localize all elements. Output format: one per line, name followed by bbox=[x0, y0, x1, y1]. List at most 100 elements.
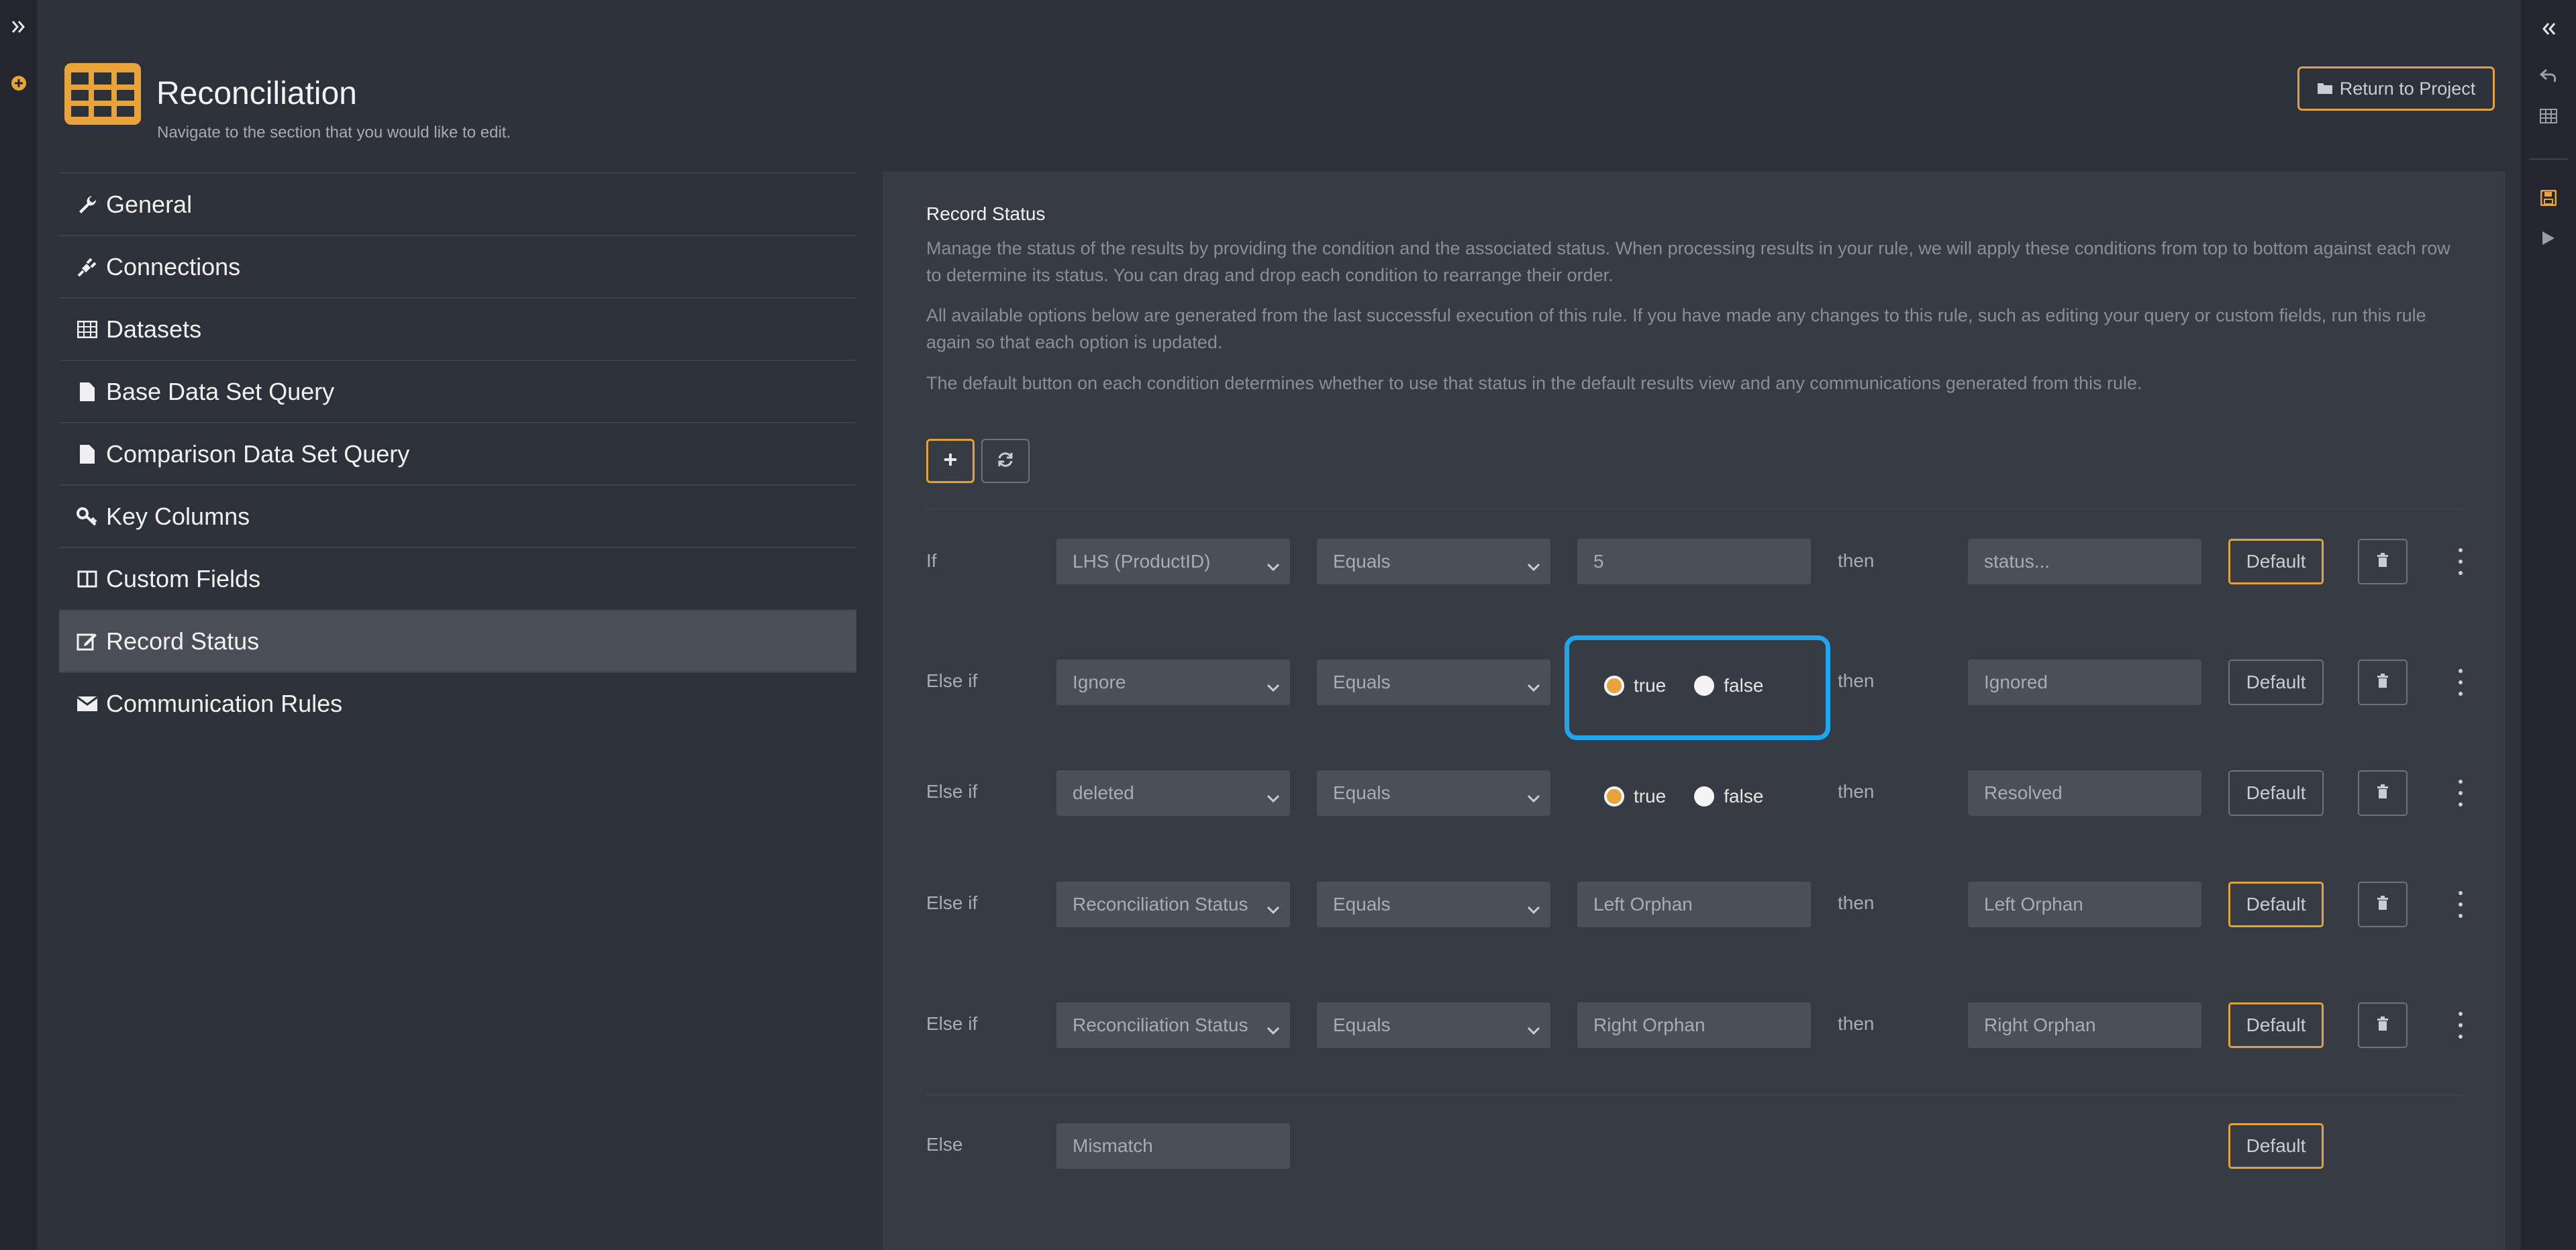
status-input[interactable]: Left Orphan bbox=[1968, 882, 2201, 927]
trash-icon bbox=[2377, 673, 2389, 692]
boolean-radio-group: true false bbox=[1604, 786, 1791, 807]
return-to-project-button[interactable]: Return to Project bbox=[2297, 66, 2495, 111]
nav-item-base-data-set-query[interactable]: Base Data Set Query bbox=[59, 360, 856, 422]
field-select[interactable]: LHS (ProductID) bbox=[1056, 539, 1290, 584]
radio-true[interactable]: true bbox=[1604, 786, 1666, 807]
operator-select-value: Equals bbox=[1333, 782, 1391, 803]
nav-item-custom-fields[interactable]: Custom Fields bbox=[59, 547, 856, 609]
field-select[interactable]: deleted bbox=[1056, 770, 1290, 816]
return-to-project-label: Return to Project bbox=[2339, 78, 2476, 99]
delete-condition-button[interactable] bbox=[2358, 660, 2408, 705]
condition-label: Else if bbox=[926, 892, 978, 913]
operator-select-value: Equals bbox=[1333, 1014, 1391, 1035]
drag-handle-icon[interactable] bbox=[2455, 891, 2466, 918]
default-toggle-button[interactable]: Default bbox=[2228, 882, 2324, 927]
default-toggle-button[interactable]: Default bbox=[2228, 539, 2324, 584]
operator-select[interactable]: Equals bbox=[1317, 539, 1550, 584]
operator-select-value: Equals bbox=[1333, 672, 1391, 692]
trash-icon bbox=[2377, 784, 2389, 802]
chevron-down-icon bbox=[1266, 898, 1281, 919]
radio-selected-icon bbox=[1604, 786, 1624, 806]
delete-condition-button[interactable] bbox=[2358, 1002, 2408, 1048]
row-divider bbox=[926, 509, 2463, 510]
delete-condition-button[interactable] bbox=[2358, 882, 2408, 927]
nav-item-key-columns[interactable]: Key Columns bbox=[59, 484, 856, 547]
nav-item-label: Record Status bbox=[106, 627, 260, 655]
plus-icon bbox=[942, 452, 958, 471]
default-toggle-button[interactable]: Default bbox=[2228, 770, 2324, 816]
operator-select[interactable]: Equals bbox=[1317, 1002, 1550, 1048]
refresh-options-button[interactable] bbox=[981, 439, 1030, 483]
nav-item-label: Base Data Set Query bbox=[106, 377, 335, 405]
delete-condition-button[interactable] bbox=[2358, 770, 2408, 816]
table-view-icon[interactable] bbox=[2538, 106, 2559, 126]
section-nav: General Connections Datasets Base Data S… bbox=[59, 172, 856, 734]
nav-item-label: Connections bbox=[106, 252, 241, 280]
nav-item-communication-rules[interactable]: Communication Rules bbox=[59, 672, 856, 734]
else-default-toggle-button[interactable]: Default bbox=[2228, 1123, 2324, 1169]
else-status-input[interactable]: Mismatch bbox=[1056, 1123, 1290, 1169]
delete-condition-button[interactable] bbox=[2358, 539, 2408, 584]
run-play-icon[interactable] bbox=[2538, 228, 2559, 248]
undo-icon[interactable] bbox=[2538, 66, 2559, 86]
edit-icon bbox=[75, 631, 99, 652]
operator-select-value: Equals bbox=[1333, 551, 1391, 572]
nav-item-label: General bbox=[106, 190, 193, 218]
condition-value-input[interactable]: Left Orphan bbox=[1577, 882, 1811, 927]
operator-select[interactable]: Equals bbox=[1317, 882, 1550, 927]
drag-handle-icon[interactable] bbox=[2455, 669, 2466, 696]
field-select[interactable]: Reconciliation Status bbox=[1056, 882, 1290, 927]
radio-label: true bbox=[1634, 786, 1667, 806]
section-description-3: The default button on each condition det… bbox=[926, 373, 2142, 393]
add-circle-icon[interactable] bbox=[9, 74, 28, 93]
section-description-2: All available options below are generate… bbox=[926, 305, 2426, 352]
save-icon[interactable] bbox=[2538, 188, 2559, 208]
radio-false[interactable]: false bbox=[1694, 786, 1763, 807]
chevron-down-icon bbox=[1266, 786, 1281, 808]
file-icon bbox=[75, 382, 99, 402]
add-condition-button[interactable] bbox=[926, 439, 975, 483]
envelope-icon bbox=[75, 696, 99, 712]
trash-icon bbox=[2377, 552, 2389, 571]
chevron-down-icon bbox=[1266, 555, 1281, 576]
operator-select[interactable]: Equals bbox=[1317, 660, 1550, 705]
nav-item-comparison-data-set-query[interactable]: Comparison Data Set Query bbox=[59, 422, 856, 484]
expand-double-chevron-icon[interactable] bbox=[9, 17, 28, 36]
chevron-down-icon bbox=[1526, 676, 1541, 697]
default-toggle-button[interactable]: Default bbox=[2228, 1002, 2324, 1048]
field-select-value: Ignore bbox=[1073, 672, 1126, 692]
then-label: then bbox=[1838, 550, 1875, 571]
field-select[interactable]: Ignore bbox=[1056, 660, 1290, 705]
operator-select[interactable]: Equals bbox=[1317, 770, 1550, 816]
drag-handle-icon[interactable] bbox=[2455, 1012, 2466, 1039]
nav-item-datasets[interactable]: Datasets bbox=[59, 297, 856, 360]
drag-handle-icon[interactable] bbox=[2455, 780, 2466, 806]
file-icon bbox=[75, 444, 99, 464]
status-input[interactable]: Resolved bbox=[1968, 770, 2201, 816]
nav-item-label: Datasets bbox=[106, 315, 202, 343]
field-select-value: deleted bbox=[1073, 782, 1134, 803]
nav-item-connections[interactable]: Connections bbox=[59, 235, 856, 297]
plug-icon bbox=[75, 257, 99, 277]
collapse-double-chevron-icon[interactable] bbox=[2538, 19, 2559, 39]
field-select[interactable]: Reconciliation Status bbox=[1056, 1002, 1290, 1048]
status-input[interactable]: status... bbox=[1968, 539, 2201, 584]
chevron-down-icon bbox=[1526, 898, 1541, 919]
condition-value-input[interactable]: 5 bbox=[1577, 539, 1811, 584]
left-rail bbox=[0, 0, 37, 1250]
status-input[interactable]: Right Orphan bbox=[1968, 1002, 2201, 1048]
table-icon bbox=[75, 320, 99, 338]
nav-item-record-status[interactable]: Record Status bbox=[59, 609, 856, 672]
default-toggle-button[interactable]: Default bbox=[2228, 660, 2324, 705]
radio-label: false bbox=[1724, 786, 1764, 806]
drag-handle-icon[interactable] bbox=[2455, 548, 2466, 575]
then-label: then bbox=[1838, 781, 1875, 802]
nav-item-general[interactable]: General bbox=[59, 172, 856, 235]
columns-icon bbox=[75, 570, 99, 588]
chevron-down-icon bbox=[1526, 1019, 1541, 1040]
condition-value-input[interactable]: Right Orphan bbox=[1577, 1002, 1811, 1048]
page-title: Reconciliation bbox=[156, 76, 357, 111]
else-label: Else bbox=[926, 1134, 963, 1155]
page-subtitle: Navigate to the section that you would l… bbox=[157, 123, 511, 142]
status-input[interactable]: Ignored bbox=[1968, 660, 2201, 705]
